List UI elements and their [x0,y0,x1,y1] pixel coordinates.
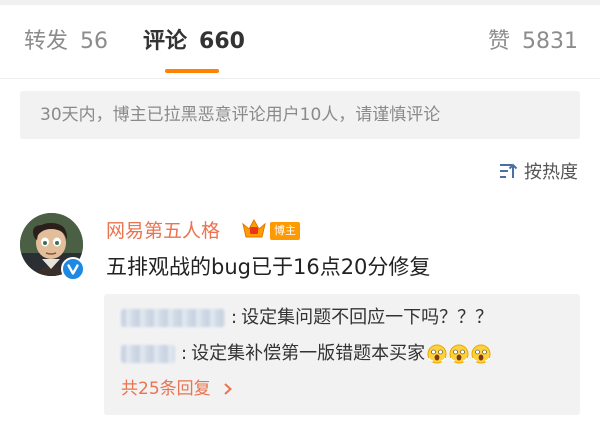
scared-face-emoji-icon [449,344,469,364]
tab-like[interactable]: 赞 5831 [488,27,578,57]
sort-label: 按热度 [524,162,578,183]
view-all-replies-label: 共25条回复 [121,379,211,399]
verified-icon [61,257,85,281]
reply-separator: : [231,307,238,328]
notice-banner: 30天内，博主已拉黑恶意评论用户10人，请谨慎评论 [20,91,580,139]
replies-panel: : 设定集问题不回应一下吗？？？ : 设定集补偿第一版错题本买家 共25条回复 [104,294,580,415]
view-all-replies-link[interactable]: 共25条回复 [121,376,233,402]
tab-divider [0,78,600,79]
redacted-username [121,309,225,327]
username[interactable]: 网易第五人格 [106,218,220,244]
top-strip [0,0,600,5]
reply-text: 设定集问题不回应一下吗？？？ [241,307,494,328]
scared-face-emoji-icon [471,344,491,364]
tab-like-count: 5831 [522,29,578,54]
reply-text: 设定集补偿第一版错题本买家 [191,343,426,364]
redacted-username [121,345,175,363]
tab-like-label: 赞 [487,29,510,54]
comment-text: 五排观战的bug已于16点20分修复 [106,255,431,279]
reply-separator: : [181,343,188,364]
crown-icon [242,218,266,238]
reply-item[interactable]: : 设定集问题不回应一下吗？？？ [121,305,493,331]
tab-comment-count: 660 [199,29,245,54]
tab-comment[interactable]: 评论 660 [143,27,245,57]
scared-face-emoji-icon [427,344,447,364]
active-tab-indicator [165,69,219,73]
tab-repost-label: 转发 [24,29,69,54]
reply-item[interactable]: : 设定集补偿第一版错题本买家 [121,341,491,367]
tab-repost[interactable]: 转发 56 [24,27,108,57]
notice-text: 30天内，博主已拉黑恶意评论用户10人，请谨慎评论 [40,105,441,125]
sort-button[interactable]: 按热度 [498,158,578,184]
author-badge: 博主 [270,222,300,240]
tab-repost-count: 56 [80,29,109,54]
sort-icon [500,163,518,178]
tab-comment-label: 评论 [143,29,188,54]
chevron-right-icon [223,383,232,395]
